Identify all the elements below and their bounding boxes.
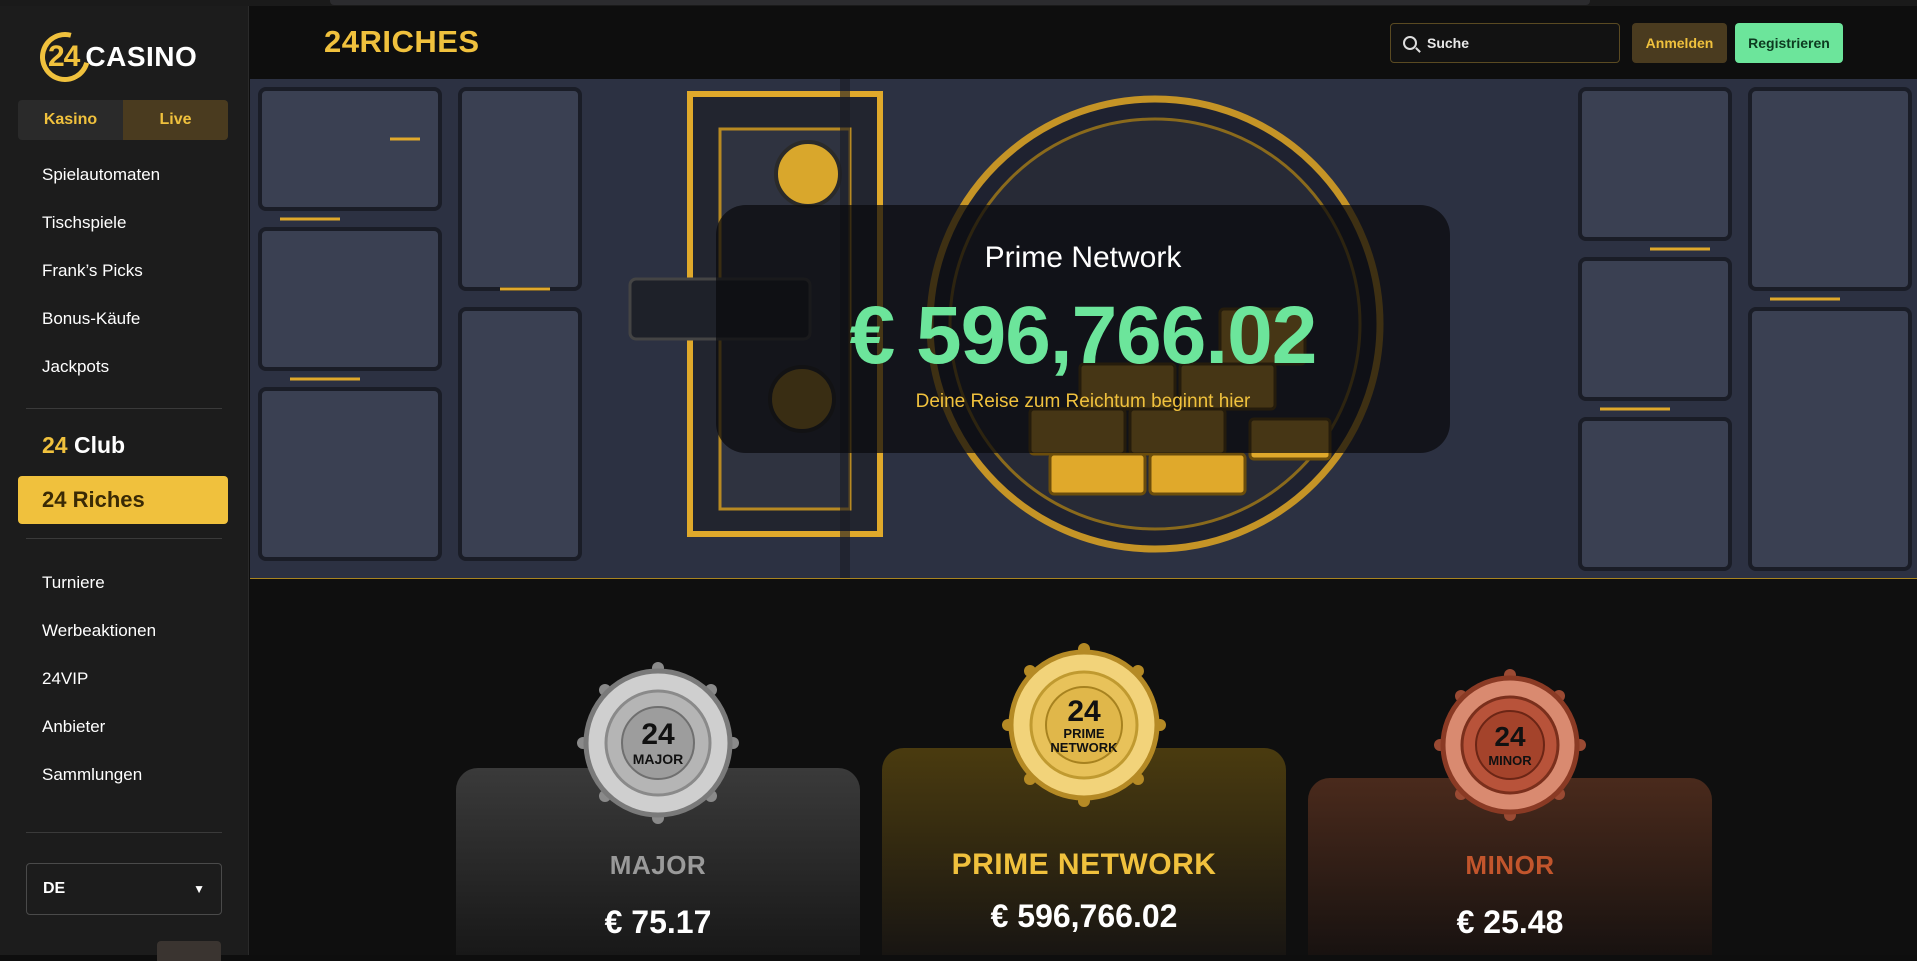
jackpot-name: PRIME NETWORK	[951, 848, 1217, 881]
sidebar-divider	[26, 538, 222, 539]
hero-subtitle: Deine Reise zum Reichtum beginnt hier	[915, 391, 1251, 412]
nav-item-franks-picks[interactable]: Frank’s Picks	[0, 247, 249, 295]
login-button[interactable]: Anmelden	[1632, 23, 1727, 63]
nav-item-jackpots[interactable]: Jackpots	[0, 343, 249, 391]
coin-label: MAJOR	[633, 751, 684, 767]
nav-item-slots[interactable]: Spielautomaten	[0, 151, 249, 199]
switch-live[interactable]: Live	[123, 100, 228, 140]
logo-number: 24	[48, 40, 80, 73]
jackpot-cards: MAJOR € 75.17 24 MAJOR PRIME NETWORK € 5…	[250, 580, 1917, 955]
nav-item-tournaments[interactable]: Turniere	[0, 559, 249, 607]
search-icon	[1403, 36, 1417, 50]
nav-primary: Spielautomaten Tischspiele Frank’s Picks…	[0, 151, 249, 391]
hero-banner: Prime Network € 596,766.02 Deine Reise z…	[250, 79, 1917, 579]
nav-item-24-club[interactable]: 24 Club	[42, 432, 125, 459]
logo-text: CASINO	[85, 41, 198, 72]
hero-title: Prime Network	[984, 241, 1182, 274]
register-button[interactable]: Registrieren	[1735, 23, 1843, 63]
jackpot-value: € 596,766.02	[990, 898, 1178, 934]
casino-logo[interactable]: 24 CASINO	[30, 22, 198, 92]
sidebar-divider	[26, 408, 222, 409]
nav-item-promotions[interactable]: Werbeaktionen	[0, 607, 249, 655]
top-header: 24RICHES Anmelden Registrieren	[250, 6, 1917, 79]
page-title: 24RICHES	[324, 24, 480, 59]
nav-item-table-games[interactable]: Tischspiele	[0, 199, 249, 247]
sidebar: 24 CASINO Kasino Live Spielautomaten Tis…	[0, 6, 249, 961]
sidebar-divider	[26, 832, 222, 833]
nav-secondary: Turniere Werbeaktionen 24VIP Anbieter Sa…	[0, 559, 249, 799]
nav-item-bonus-buys[interactable]: Bonus-Käufe	[0, 295, 249, 343]
club-label: Club	[73, 432, 126, 458]
language-value: DE	[43, 880, 66, 897]
hero-jackpot-card: Prime Network € 596,766.02 Deine Reise z…	[716, 205, 1450, 453]
club-number: 24	[42, 432, 68, 458]
sidebar-bottom-button[interactable]	[157, 941, 221, 961]
prime-network-coin-icon: 24 PRIME NETWORK	[1002, 643, 1166, 807]
jackpot-value: € 75.17	[604, 904, 712, 940]
casino-live-switch: Kasino Live	[18, 100, 228, 140]
coin-label: NETWORK	[1050, 740, 1118, 755]
nav-item-providers[interactable]: Anbieter	[0, 703, 249, 751]
minor-coin-icon: 24 MINOR	[1434, 669, 1586, 821]
jackpot-value: € 25.48	[1456, 904, 1564, 940]
hero-jackpot-amount: € 596,766.02	[849, 290, 1318, 381]
coin-number: 24	[1494, 721, 1526, 752]
jackpot-name: MAJOR	[609, 850, 707, 880]
search-input[interactable]	[1427, 35, 1597, 51]
coin-number: 24	[641, 718, 675, 751]
chevron-down-icon: ▼	[193, 882, 205, 896]
nav-item-24vip[interactable]: 24VIP	[0, 655, 249, 703]
browser-tab-strip	[330, 0, 1590, 5]
coin-label: MINOR	[1488, 753, 1532, 768]
coin-label: PRIME	[1063, 726, 1105, 741]
major-coin-icon: 24 MAJOR	[577, 662, 739, 824]
switch-casino[interactable]: Kasino	[18, 100, 123, 140]
nav-item-collections[interactable]: Sammlungen	[0, 751, 249, 799]
search-box[interactable]	[1390, 23, 1620, 63]
coin-number: 24	[1067, 695, 1101, 728]
language-select[interactable]: DE ▼	[26, 863, 222, 915]
nav-item-24-riches[interactable]: 24 Riches	[18, 476, 228, 524]
jackpot-name: MINOR	[1465, 850, 1555, 880]
